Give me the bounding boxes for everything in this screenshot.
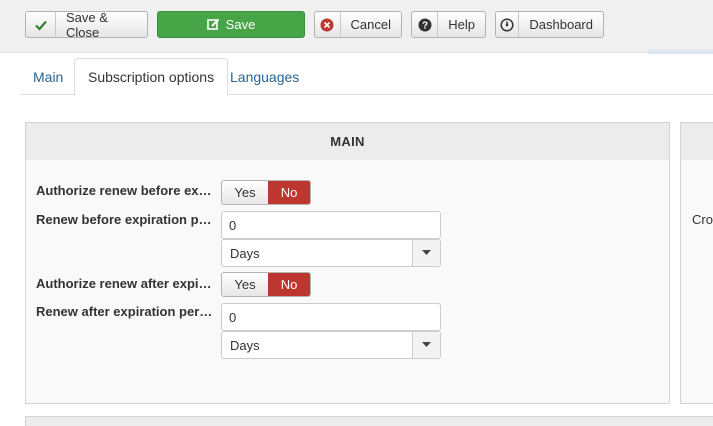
save-button[interactable]: Save xyxy=(157,11,305,38)
chevron-down-icon xyxy=(412,332,440,358)
no-option[interactable]: No xyxy=(268,181,310,204)
yes-option[interactable]: Yes xyxy=(222,181,268,204)
authorize-renew-after-label: Authorize renew after expiration xyxy=(36,276,214,291)
cancel-circle-icon xyxy=(315,12,341,37)
cancel-label: Cancel xyxy=(350,17,391,32)
question-circle-icon: ? xyxy=(412,12,439,37)
renew-after-period-input[interactable] xyxy=(221,303,441,331)
tab-subscription-options[interactable]: Subscription options xyxy=(74,58,229,96)
authorize-renew-before-label: Authorize renew before expiration xyxy=(36,183,214,198)
authorize-renew-after-toggle[interactable]: Yes No xyxy=(221,272,311,297)
toolbar: Save & Close Save Cancel ? Help Dashboar… xyxy=(0,0,713,53)
svg-text:?: ? xyxy=(422,20,428,31)
check-icon xyxy=(26,12,56,37)
dashboard-icon xyxy=(496,12,520,37)
panel-title: MAIN xyxy=(26,123,669,160)
renew-after-unit-value: Days xyxy=(230,337,260,353)
save-close-button[interactable]: Save & Close xyxy=(25,9,148,40)
help-label: Help xyxy=(448,17,475,32)
no-option[interactable]: No xyxy=(268,273,310,296)
renew-before-unit-select[interactable]: Days xyxy=(221,239,441,267)
tab-bar: Main Subscription options Languages xyxy=(20,58,713,96)
right-panel: Cro xyxy=(680,122,713,404)
renew-before-period-input[interactable] xyxy=(221,211,441,239)
authorize-renew-before-toggle[interactable]: Yes No xyxy=(221,180,311,205)
chevron-down-icon xyxy=(412,240,440,266)
tab-main[interactable]: Main xyxy=(20,58,76,95)
save-label: Save xyxy=(225,17,256,32)
help-button[interactable]: ? Help xyxy=(411,11,486,38)
bottom-panel xyxy=(25,416,713,426)
renew-before-unit-value: Days xyxy=(230,245,260,261)
cancel-button[interactable]: Cancel xyxy=(314,11,402,38)
toolbar-accent xyxy=(648,50,713,54)
save-close-label: Save & Close xyxy=(66,9,108,40)
right-panel-header xyxy=(681,123,713,160)
renew-after-unit-select[interactable]: Days xyxy=(221,331,441,359)
renew-after-period-label: Renew after expiration period xyxy=(36,304,214,319)
dashboard-button[interactable]: Dashboard xyxy=(495,11,604,38)
yes-option[interactable]: Yes xyxy=(222,273,268,296)
tab-languages[interactable]: Languages xyxy=(217,58,312,95)
dashboard-label: Dashboard xyxy=(529,17,593,32)
right-panel-text: Cro xyxy=(692,212,713,227)
renew-before-period-label: Renew before expiration period xyxy=(36,212,214,227)
edit-icon xyxy=(206,18,220,31)
